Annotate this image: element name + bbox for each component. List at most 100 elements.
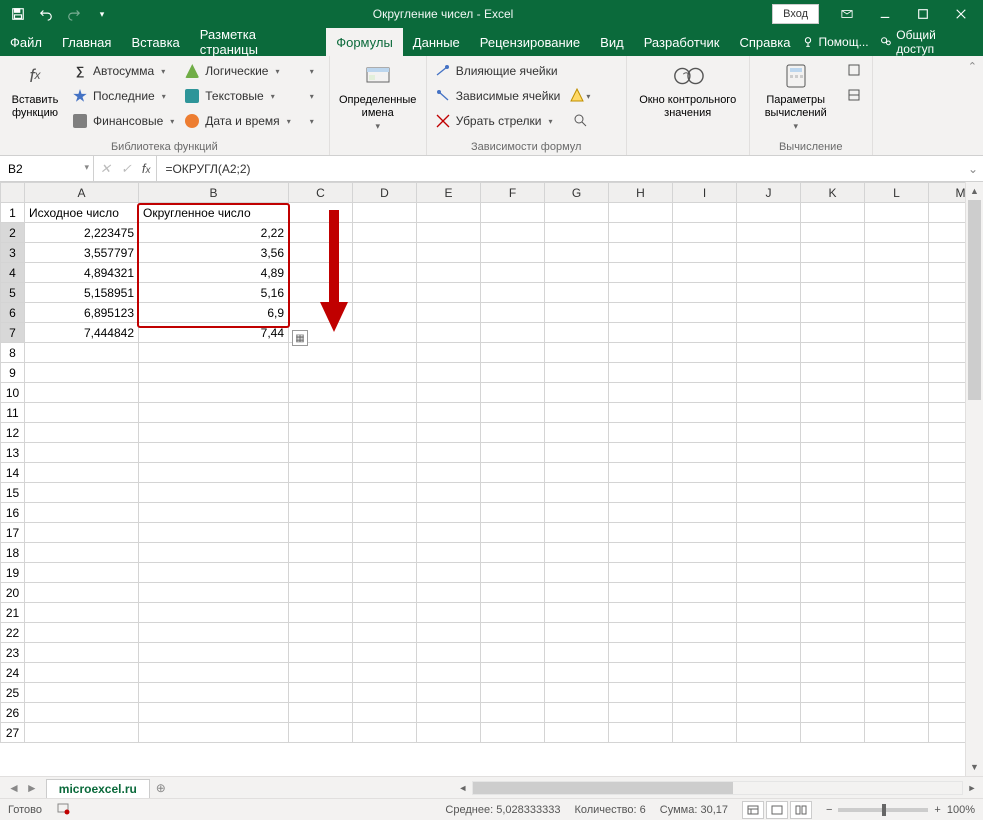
cell[interactable] xyxy=(929,583,966,603)
cell[interactable] xyxy=(673,623,737,643)
col-header[interactable]: H xyxy=(609,183,673,203)
cell[interactable] xyxy=(737,683,801,703)
cell[interactable] xyxy=(289,443,353,463)
cell[interactable] xyxy=(929,483,966,503)
col-header[interactable]: M xyxy=(929,183,966,203)
cell[interactable]: 6,895123 xyxy=(25,303,139,323)
cell[interactable] xyxy=(289,503,353,523)
cell[interactable] xyxy=(417,603,481,623)
row-header[interactable]: 22 xyxy=(1,623,25,643)
cell[interactable]: 2,22 xyxy=(139,223,289,243)
cell[interactable] xyxy=(673,703,737,723)
cell[interactable] xyxy=(865,523,929,543)
cell[interactable] xyxy=(673,343,737,363)
cell[interactable] xyxy=(417,403,481,423)
cell[interactable] xyxy=(353,423,417,443)
sheet-nav-prev-icon[interactable]: ◄ xyxy=(8,781,20,795)
more-functions-button[interactable]: ▾ xyxy=(299,110,323,132)
cell[interactable] xyxy=(801,723,865,743)
cell[interactable] xyxy=(929,683,966,703)
cell[interactable] xyxy=(673,303,737,323)
cell[interactable] xyxy=(25,443,139,463)
cell[interactable] xyxy=(737,423,801,443)
cell[interactable] xyxy=(865,563,929,583)
row-header[interactable]: 4 xyxy=(1,263,25,283)
cell[interactable] xyxy=(929,423,966,443)
cell[interactable] xyxy=(417,263,481,283)
cell[interactable] xyxy=(545,483,609,503)
row-header[interactable]: 3 xyxy=(1,243,25,263)
cell[interactable] xyxy=(609,503,673,523)
cell[interactable] xyxy=(481,343,545,363)
cell[interactable] xyxy=(139,503,289,523)
horizontal-scrollbar[interactable]: ◄ ► xyxy=(452,777,983,798)
cell[interactable] xyxy=(481,643,545,663)
row-header[interactable]: 10 xyxy=(1,383,25,403)
cell[interactable] xyxy=(737,203,801,223)
cell[interactable]: 6,9 xyxy=(139,303,289,323)
logical-button[interactable]: Логические▾ xyxy=(182,60,292,82)
cell[interactable] xyxy=(139,383,289,403)
cell[interactable] xyxy=(929,723,966,743)
cell[interactable] xyxy=(353,523,417,543)
cell[interactable] xyxy=(481,383,545,403)
col-header[interactable]: K xyxy=(801,183,865,203)
cell[interactable] xyxy=(417,203,481,223)
cell[interactable] xyxy=(545,243,609,263)
autosum-button[interactable]: ∑Автосумма▾ xyxy=(70,60,176,82)
cell[interactable] xyxy=(139,623,289,643)
tab-home[interactable]: Главная xyxy=(52,28,121,56)
cell[interactable] xyxy=(609,483,673,503)
cell[interactable] xyxy=(545,723,609,743)
cell[interactable] xyxy=(481,683,545,703)
row-header[interactable]: 27 xyxy=(1,723,25,743)
cell[interactable] xyxy=(417,703,481,723)
cell[interactable] xyxy=(929,603,966,623)
cell[interactable]: 4,894321 xyxy=(25,263,139,283)
cell[interactable] xyxy=(417,723,481,743)
cell[interactable] xyxy=(929,463,966,483)
cell[interactable] xyxy=(865,683,929,703)
cell[interactable] xyxy=(545,443,609,463)
cell[interactable] xyxy=(25,363,139,383)
cell[interactable] xyxy=(545,403,609,423)
cell[interactable] xyxy=(737,643,801,663)
scroll-left-icon[interactable]: ◄ xyxy=(454,783,472,793)
cell[interactable] xyxy=(417,463,481,483)
cell[interactable] xyxy=(289,383,353,403)
cell[interactable] xyxy=(737,223,801,243)
cell[interactable] xyxy=(481,403,545,423)
cell[interactable] xyxy=(417,243,481,263)
cell[interactable] xyxy=(801,623,865,643)
cell[interactable] xyxy=(801,703,865,723)
cell[interactable] xyxy=(353,663,417,683)
cell[interactable] xyxy=(353,623,417,643)
cell[interactable] xyxy=(289,723,353,743)
cell[interactable] xyxy=(139,363,289,383)
col-header[interactable]: A xyxy=(25,183,139,203)
cell[interactable] xyxy=(673,203,737,223)
cell[interactable]: 3,56 xyxy=(139,243,289,263)
row-header[interactable]: 19 xyxy=(1,563,25,583)
cell[interactable] xyxy=(481,503,545,523)
cell[interactable] xyxy=(25,603,139,623)
cell[interactable] xyxy=(609,383,673,403)
cell[interactable]: 4,89 xyxy=(139,263,289,283)
autofill-options-icon[interactable]: ▦ xyxy=(292,330,308,346)
cell[interactable] xyxy=(545,603,609,623)
row-header[interactable]: 23 xyxy=(1,643,25,663)
cell[interactable] xyxy=(545,563,609,583)
row-header[interactable]: 18 xyxy=(1,543,25,563)
row-header[interactable]: 11 xyxy=(1,403,25,423)
vertical-scrollbar[interactable]: ▲ ▼ xyxy=(965,182,983,776)
cell[interactable] xyxy=(737,363,801,383)
cell[interactable] xyxy=(545,503,609,523)
cell[interactable] xyxy=(609,703,673,723)
cell[interactable] xyxy=(545,623,609,643)
cell[interactable] xyxy=(609,543,673,563)
cell[interactable] xyxy=(801,663,865,683)
cell[interactable] xyxy=(289,483,353,503)
cell[interactable] xyxy=(673,423,737,443)
cell[interactable] xyxy=(353,443,417,463)
cell[interactable] xyxy=(929,243,966,263)
